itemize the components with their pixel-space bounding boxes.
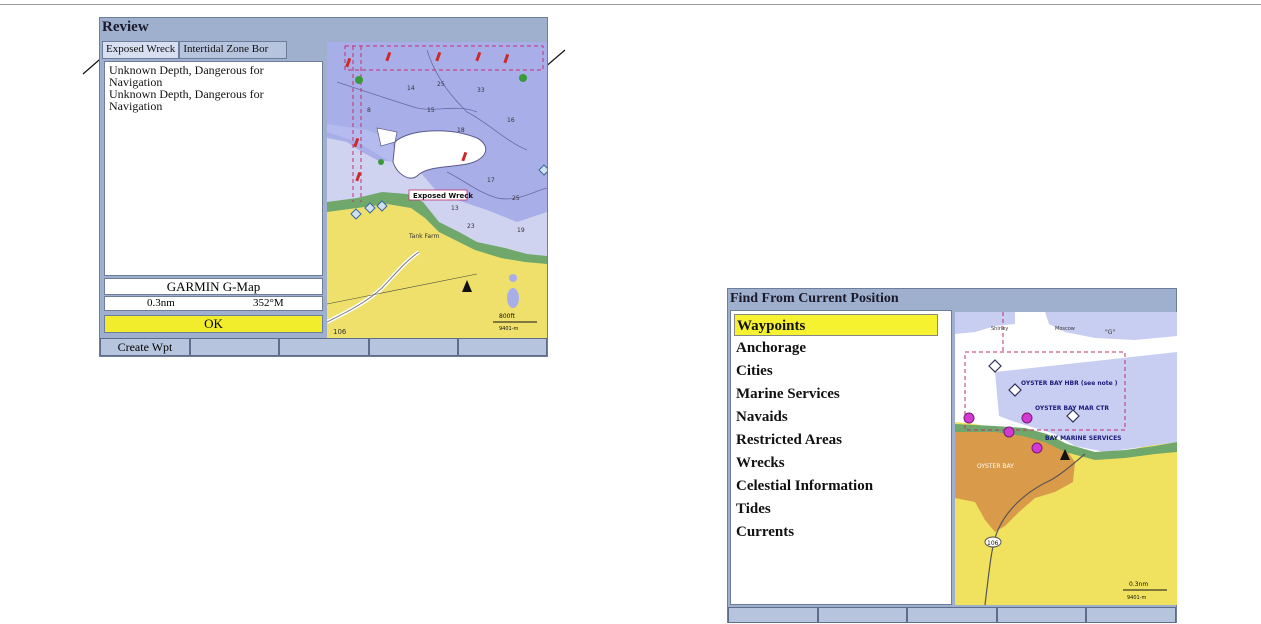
svg-text:19: 19 — [517, 227, 525, 234]
road-map-label: 106 — [987, 540, 999, 547]
review-title: Review — [102, 19, 149, 35]
create-waypoint-softkey[interactable]: Create Wpt — [100, 338, 190, 356]
softkey-4[interactable] — [996, 607, 1087, 623]
wreck-map-label: Exposed Wreck — [413, 192, 473, 200]
tab-intertidal-zone[interactable]: Intertidal Zone Bor — [179, 41, 288, 59]
review-description: Unknown Depth, Dangerous for Navigation … — [104, 61, 323, 276]
list-item-celestial-information[interactable]: Celestial Information — [734, 475, 873, 497]
review-softkey-bar: Create Wpt — [100, 338, 547, 356]
find-chart-svg: OYSTER BAY HBR (see note ) OYSTER BAY MA… — [955, 312, 1177, 605]
distance-value: 0.3nm — [147, 297, 175, 309]
list-item-wrecks[interactable]: Wrecks — [734, 452, 785, 474]
softkey-1[interactable] — [728, 607, 818, 623]
list-item-restricted-areas[interactable]: Restricted Areas — [734, 429, 842, 451]
road-map-label: 106 — [333, 328, 347, 336]
ok-button[interactable]: OK — [104, 315, 323, 333]
tab-exposed-wreck[interactable]: Exposed Wreck — [102, 41, 180, 59]
page-top-rule — [0, 4, 1261, 5]
scale-sub-label: 9401-m — [499, 326, 519, 332]
svg-text:18: 18 — [457, 127, 465, 134]
svg-text:14: 14 — [407, 85, 415, 92]
list-item-cities[interactable]: Cities — [734, 360, 773, 382]
list-item-tides[interactable]: Tides — [734, 498, 771, 520]
map-label-harbor: OYSTER BAY HBR (see note ) — [1021, 380, 1118, 387]
svg-text:25: 25 — [512, 195, 520, 202]
svg-text:15: 15 — [427, 107, 435, 114]
review-tab-bar: Exposed Wreck Intertidal Zone Bor — [102, 41, 322, 59]
find-softkey-bar — [728, 607, 1176, 623]
softkey-2[interactable] — [817, 607, 908, 623]
svg-text:33: 33 — [477, 87, 485, 94]
review-chart-map[interactable]: 14 25 33 8 15 16 18 17 25 13 23 19 Exposed Wreck… — [327, 42, 547, 338]
review-chart-svg: 14 25 33 8 15 16 18 17 25 13 23 19 Exposed Wreck… — [327, 42, 547, 338]
map-label-marina: OYSTER BAY MAR CTR — [1035, 405, 1109, 412]
distance-bearing-row: 0.3nm 352°M — [104, 296, 323, 311]
bearing-value: 352°M — [253, 297, 284, 309]
find-screen: Find From Current Position Waypoints Anc… — [727, 288, 1177, 623]
scale-sub-label: 9401-m — [1127, 595, 1147, 601]
list-item-anchorage[interactable]: Anchorage — [734, 337, 806, 359]
svg-text:16: 16 — [507, 117, 515, 124]
list-item-marine-services[interactable]: Marine Services — [734, 383, 840, 405]
map-source-label: GARMIN G-Map — [104, 278, 323, 295]
softkey-5[interactable] — [1086, 607, 1176, 623]
map-label-shirley: Shirley — [991, 326, 1008, 332]
review-screen: Review Exposed Wreck Intertidal Zone Bor… — [99, 17, 548, 357]
scale-label: 800ft — [499, 313, 515, 320]
map-label-town: OYSTER BAY — [977, 463, 1014, 470]
softkey-3[interactable] — [907, 607, 997, 623]
description-line: Navigation — [109, 99, 163, 113]
svg-text:25: 25 — [437, 81, 445, 88]
list-item-currents[interactable]: Currents — [734, 521, 794, 543]
map-label-moscow: Moscow — [1055, 326, 1075, 332]
place-map-label: Tank Farm — [408, 233, 439, 240]
scale-label: 0.3nm — [1129, 581, 1148, 588]
list-item-waypoints[interactable]: Waypoints — [734, 314, 938, 336]
map-label-g: "G" — [1105, 329, 1115, 336]
find-chart-map[interactable]: OYSTER BAY HBR (see note ) OYSTER BAY MA… — [955, 312, 1177, 605]
find-category-list: Waypoints Anchorage Cities Marine Servic… — [730, 310, 952, 605]
list-item-navaids[interactable]: Navaids — [734, 406, 788, 428]
softkey-3[interactable] — [279, 338, 369, 356]
find-title: Find From Current Position — [730, 291, 899, 306]
svg-text:8: 8 — [367, 107, 371, 114]
softkey-5[interactable] — [457, 338, 547, 356]
svg-text:17: 17 — [487, 177, 495, 184]
softkey-4[interactable] — [368, 338, 458, 356]
svg-text:23: 23 — [467, 223, 475, 230]
map-label-marine-services: BAY MARINE SERVICES — [1045, 435, 1122, 442]
softkey-2[interactable] — [190, 338, 280, 356]
svg-text:13: 13 — [451, 205, 459, 212]
